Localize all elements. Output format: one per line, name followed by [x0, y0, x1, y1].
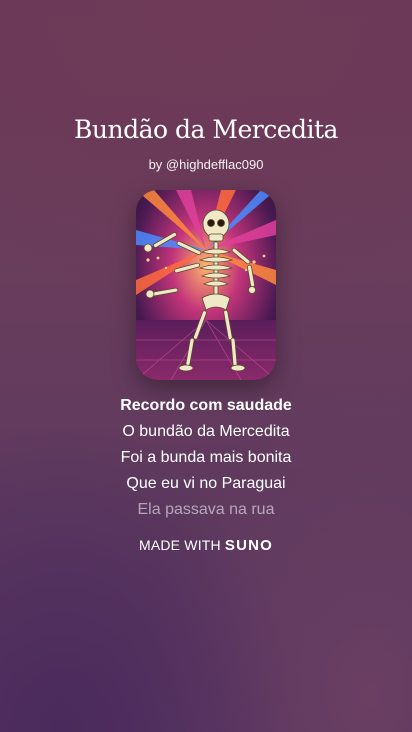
made-with-suno-link[interactable]: MADE WITH SUNO	[0, 537, 412, 554]
lyrics-panel: Recordo com saudade O bundão da Mercedit…	[0, 396, 412, 526]
song-title: Bundão da Mercedita	[74, 115, 338, 144]
artist-byline[interactable]: by @highdefflac090	[0, 157, 412, 172]
dancing-skeleton-icon	[136, 190, 276, 380]
made-with-label: MADE WITH	[138, 537, 221, 553]
lyric-line: Que eu vi no Paraguai	[126, 475, 286, 492]
lyric-line: O bundão da Mercedita	[122, 423, 290, 440]
cover-art[interactable]	[136, 190, 276, 380]
suno-logo: SUNO	[224, 537, 274, 554]
lyric-line: Foi a bunda mais bonita	[120, 449, 292, 466]
lyric-line-upcoming: Ela passava na rua	[137, 501, 275, 518]
song-share-screen: Bundão da Mercedita by @highdefflac090 R…	[0, 0, 412, 732]
lyric-line-active: Recordo com saudade	[120, 397, 292, 414]
